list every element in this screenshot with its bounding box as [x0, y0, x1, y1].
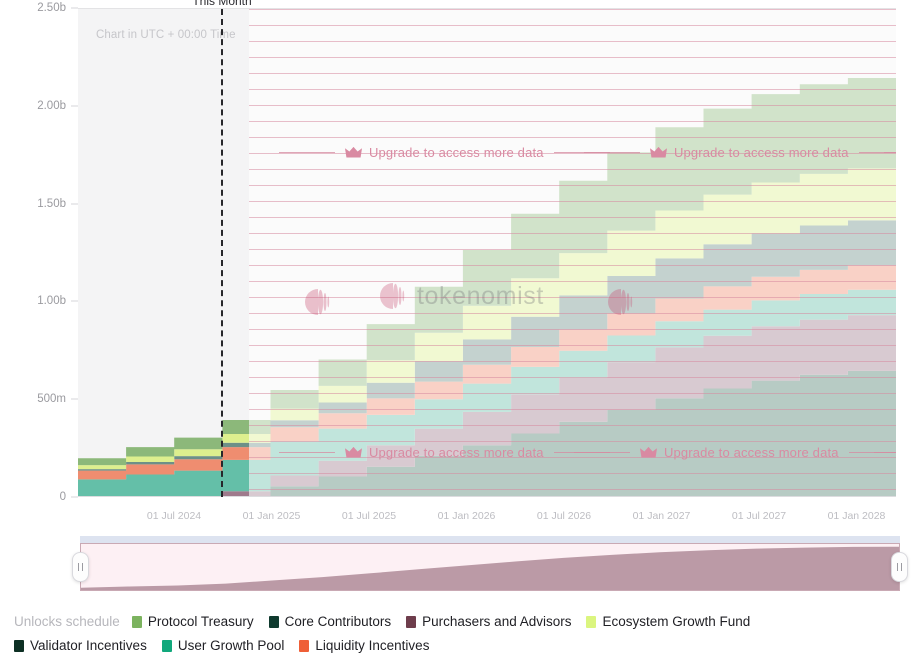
- x-axis-tick-label: 01 Jan 2026: [437, 510, 496, 522]
- legend-item[interactable]: Liquidity Incentives: [299, 638, 429, 653]
- y-axis-tick-label: 500m: [37, 393, 66, 406]
- navigator-track[interactable]: [80, 543, 900, 591]
- grip-bar-icon: [900, 563, 903, 571]
- y-axis-tick-mark: [71, 7, 78, 9]
- navigator-total-area: [81, 546, 899, 590]
- x-axis-tick-label: 01 Jan 2027: [632, 510, 691, 522]
- legend-swatch: [299, 639, 310, 652]
- y-axis-tick-label: 1.00b: [37, 295, 66, 308]
- legend-item[interactable]: Core Contributors: [268, 614, 392, 629]
- y-axis-tick-label: 1.50b: [37, 197, 66, 210]
- grip-bar-icon: [896, 563, 899, 571]
- brand-watermark-mark: [303, 287, 333, 322]
- this-month-line: [221, 9, 223, 497]
- legend-item[interactable]: User Growth Pool: [161, 638, 285, 653]
- legend-swatch: [268, 615, 279, 628]
- y-axis-tick-label: 0: [59, 491, 66, 503]
- y-axis-tick-label: 2.50b: [37, 2, 66, 14]
- legend-title: Unlocks schedule: [14, 614, 120, 629]
- y-axis-tick-mark: [71, 496, 78, 498]
- this-month-label: This Month: [192, 0, 252, 8]
- grip-bar-icon: [77, 563, 80, 571]
- y-axis-tick-mark: [71, 105, 78, 107]
- legend-item[interactable]: Validator Incentives: [14, 638, 147, 653]
- x-axis-tick-label: 01 Jul 2027: [731, 510, 787, 522]
- y-axis-tick-mark: [71, 398, 78, 400]
- y-axis-tick-label: 2.00b: [37, 99, 66, 112]
- x-axis-tick-label: 01 Jan 2025: [242, 510, 301, 522]
- navigator-handle-right[interactable]: [891, 552, 908, 582]
- navigator-preview-area: [81, 546, 899, 590]
- brand-watermark: tokenomist: [378, 281, 544, 311]
- x-axis-tick-label: 01 Jul 2025: [341, 510, 397, 522]
- x-axis-tick-label: 01 Jul 2026: [536, 510, 592, 522]
- x-axis: 01 Jul 2024 01 Jan 2025 01 Jul 2025 01 Jan …: [78, 497, 896, 527]
- stacked-area-series: [78, 76, 896, 496]
- legend-item-label: Protocol Treasury: [147, 614, 254, 629]
- legend-swatch: [161, 639, 172, 652]
- x-axis-tick-label: 01 Jul 2024: [146, 510, 202, 522]
- y-axis: 0 500m 1.00b 1.50b 2.00b 2.50b: [0, 0, 78, 505]
- grip-bar-icon: [81, 563, 84, 571]
- chart-legend: Unlocks schedule Protocol Treasury Core C…: [14, 614, 909, 653]
- legend-item-label: Validator Incentives: [30, 638, 147, 653]
- legend-item-label: User Growth Pool: [177, 638, 285, 653]
- legend-item-label: Purchasers and Advisors: [422, 614, 572, 629]
- y-axis-tick-mark: [71, 203, 78, 205]
- tokenomist-logo-icon: [380, 283, 405, 309]
- legend-item-label: Ecosystem Growth Fund: [602, 614, 751, 629]
- legend-item[interactable]: Ecosystem Growth Fund: [586, 614, 750, 629]
- range-navigator[interactable]: [70, 536, 910, 591]
- navigator-handle-left[interactable]: [72, 552, 89, 582]
- legend-swatch: [14, 639, 24, 652]
- legend-swatch: [131, 615, 142, 628]
- legend-item-label: Liquidity Incentives: [315, 638, 430, 653]
- y-axis-tick-mark: [71, 300, 78, 302]
- x-axis-tick-label: 01 Jan 2028: [827, 510, 886, 522]
- legend-swatch: [406, 615, 417, 628]
- legend-item[interactable]: Purchasers and Advisors: [406, 614, 571, 629]
- unlock-schedule-chart: 0 500m 1.00b 1.50b 2.00b 2.50b Chart in UTC +…: [0, 0, 919, 663]
- legend-item[interactable]: Protocol Treasury: [131, 614, 254, 629]
- brand-watermark-text: tokenomist: [417, 281, 544, 310]
- legend-item-label: Core Contributors: [284, 614, 392, 629]
- tokenomist-logo-icon: [305, 289, 330, 315]
- brand-watermark-mark: [606, 287, 636, 322]
- tokenomist-logo-icon: [608, 289, 633, 315]
- plot-area: Chart in UTC + 00:00 Time Upgrade to acc…: [78, 8, 896, 497]
- legend-swatch: [586, 615, 597, 628]
